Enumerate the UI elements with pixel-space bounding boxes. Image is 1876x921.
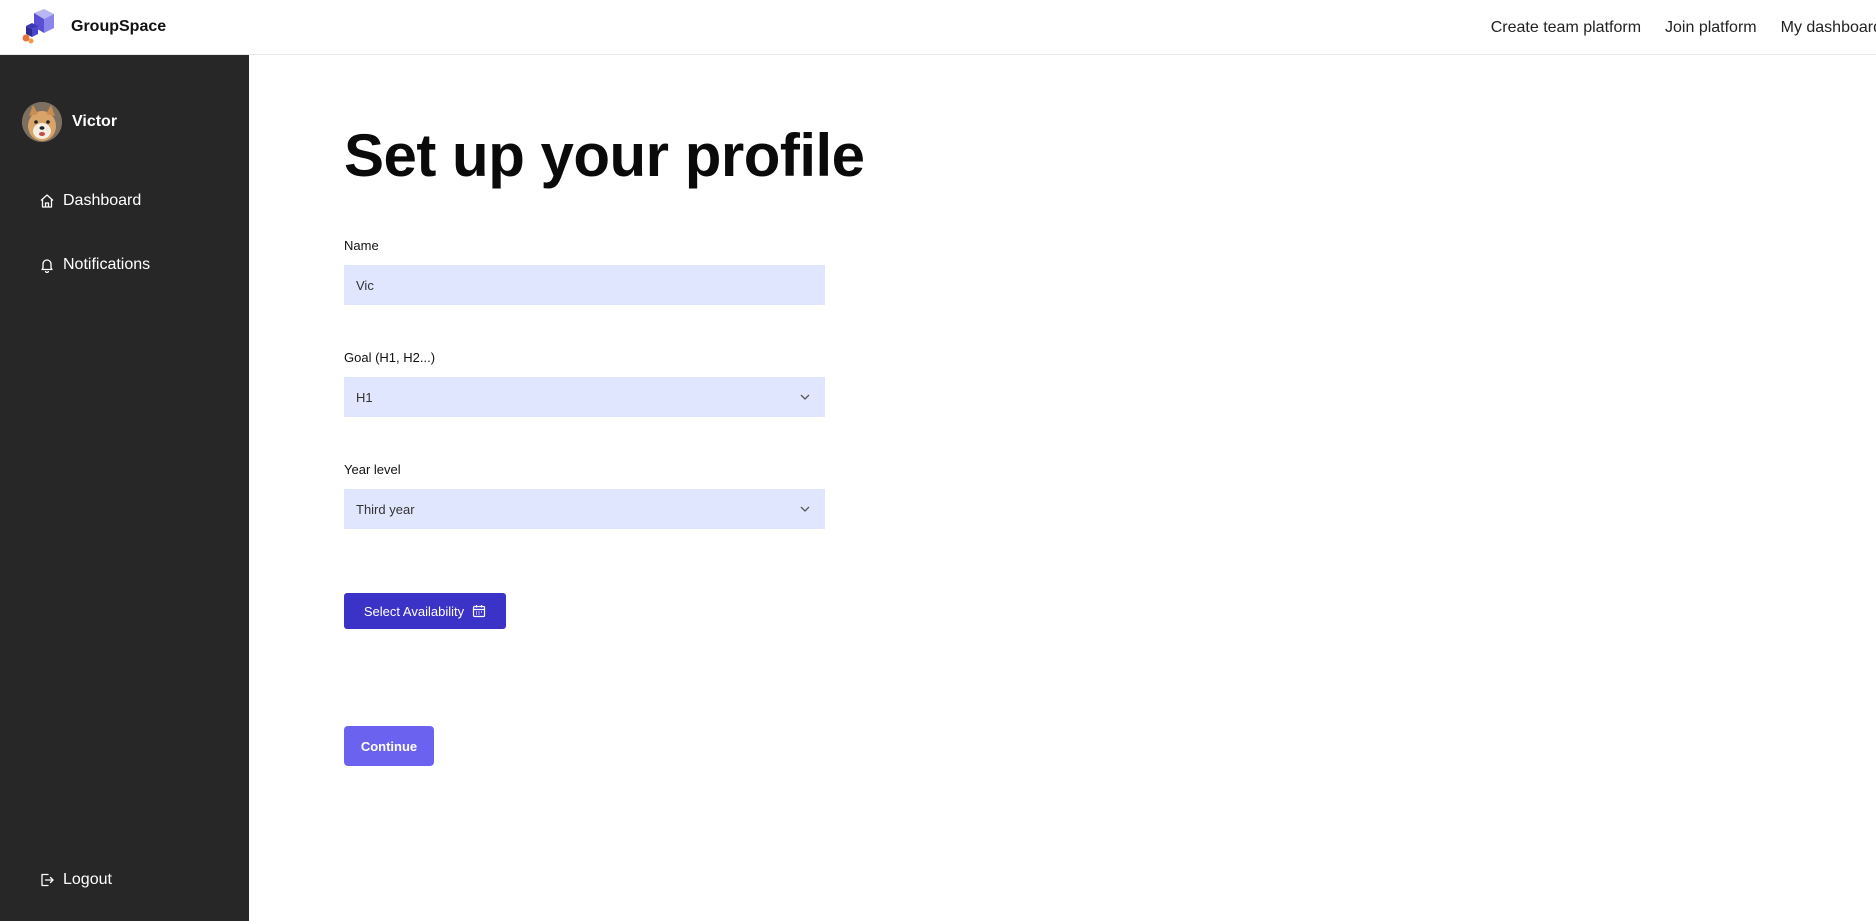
goal-label: Goal (H1, H2...): [344, 350, 436, 365]
sidebar-item-label: Notifications: [63, 256, 151, 273]
select-availability-label: Select Availability: [363, 603, 465, 619]
select-availability-button[interactable]: Select Availability: [344, 593, 506, 629]
year-level-label: Year level: [344, 462, 401, 477]
logout-icon: [38, 871, 56, 889]
logout-label: Logout: [63, 871, 112, 888]
name-label: Name: [344, 238, 379, 253]
user-profile[interactable]: Victor: [22, 102, 117, 142]
name-value: Vic: [356, 277, 374, 293]
nav-join-platform[interactable]: Join platform: [1665, 19, 1757, 37]
calendar-icon: [472, 604, 486, 618]
brand-name: GroupSpace: [71, 18, 167, 35]
year-level-selected-value: Third year: [356, 501, 415, 517]
name-input[interactable]: Vic: [344, 265, 825, 305]
brand[interactable]: GroupSpace: [20, 8, 166, 46]
goal-selected-value: H1: [356, 389, 373, 405]
page-title: Set up your profile: [344, 122, 865, 189]
continue-button[interactable]: Continue: [344, 726, 434, 766]
home-icon: [38, 192, 56, 210]
sidebar: Victor Dashboard Notifications Logout: [0, 55, 249, 921]
main-content: Set up your profile Name Vic Goal (H1, H…: [249, 55, 1876, 921]
user-name: Victor: [72, 113, 118, 130]
nav-create-team-platform[interactable]: Create team platform: [1491, 19, 1641, 37]
chevron-down-icon: [799, 503, 811, 518]
puzzle-cube-logo-icon: [20, 9, 56, 45]
chevron-down-icon: [799, 391, 811, 406]
sidebar-item-logout[interactable]: Logout: [38, 871, 112, 889]
bell-icon: [38, 256, 56, 274]
top-bar: GroupSpace Create team platform Join pla…: [0, 0, 1876, 55]
goal-select[interactable]: H1: [344, 377, 825, 417]
sidebar-item-label: Dashboard: [63, 192, 142, 209]
top-nav: Create team platform Join platform My da…: [1467, 0, 1876, 55]
sidebar-item-dashboard[interactable]: Dashboard: [38, 192, 141, 210]
year-level-select[interactable]: Third year: [344, 489, 825, 529]
avatar: [22, 102, 62, 142]
sidebar-item-notifications[interactable]: Notifications: [38, 256, 150, 274]
nav-my-dashboard[interactable]: My dashboard: [1781, 19, 1876, 37]
